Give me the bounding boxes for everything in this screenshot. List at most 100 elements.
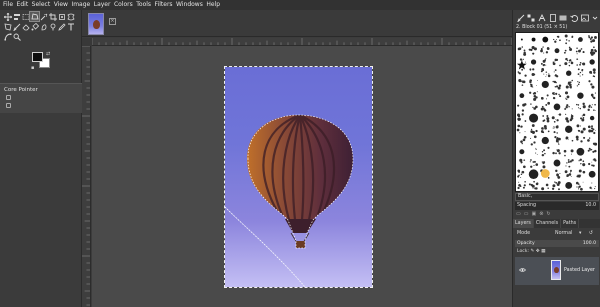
- brush-thumbnail[interactable]: [528, 45, 537, 55]
- brush-thumbnail[interactable]: [529, 91, 538, 101]
- brush-thumbnail[interactable]: [577, 68, 584, 77]
- brush-thumbnail[interactable]: [530, 135, 537, 146]
- brush-thumbnail[interactable]: [576, 169, 586, 178]
- brush-thumbnail[interactable]: [551, 181, 561, 191]
- brush-thumbnail[interactable]: [517, 113, 527, 122]
- brush-thumbnail[interactable]: [519, 158, 526, 169]
- free-select-icon[interactable]: [29, 11, 40, 22]
- brush-thumbnail[interactable]: [541, 183, 549, 191]
- brush-thumbnail[interactable]: [553, 103, 561, 111]
- images-tab-icon[interactable]: [580, 13, 590, 22]
- brush-thumbnail[interactable]: [554, 48, 560, 54]
- brush-thumbnail[interactable]: [552, 58, 561, 67]
- warp-transform-icon[interactable]: [66, 12, 75, 21]
- brush-thumbnail[interactable]: [530, 124, 538, 134]
- brush-thumbnail[interactable]: [564, 169, 572, 178]
- brush-thumbnail[interactable]: [589, 182, 596, 190]
- refresh-brushes-icon[interactable]: ↻: [546, 211, 553, 217]
- menu-filters[interactable]: Filters: [155, 0, 177, 10]
- clone-icon[interactable]: [48, 22, 57, 31]
- brushes-tab-icon[interactable]: [516, 13, 526, 22]
- brush-thumbnail[interactable]: [541, 80, 549, 89]
- tab-layers[interactable]: Layers: [513, 219, 534, 228]
- brush-thumbnail[interactable]: [564, 57, 574, 67]
- brush-thumbnail[interactable]: [554, 136, 561, 145]
- color-brush-icon[interactable]: [540, 169, 550, 178]
- unified-transform-icon[interactable]: [57, 12, 66, 21]
- brush-thumbnail[interactable]: [540, 125, 550, 134]
- layer-name[interactable]: Pasted Layer: [564, 268, 595, 273]
- brush-thumbnail[interactable]: [529, 159, 539, 168]
- brush-thumbnail[interactable]: [541, 146, 550, 157]
- mode-select[interactable]: Normal: [555, 230, 572, 238]
- brush-thumbnail[interactable]: [542, 36, 549, 43]
- brush-thumbnail[interactable]: [565, 159, 574, 168]
- handle-transform-icon[interactable]: [3, 22, 12, 31]
- brush-thumbnail[interactable]: [530, 103, 538, 110]
- menu-layer[interactable]: Layer: [94, 0, 114, 10]
- brush-thumbnail[interactable]: [587, 147, 597, 153]
- menu-view[interactable]: View: [54, 0, 72, 10]
- text-icon[interactable]: [66, 22, 75, 31]
- menu-windows[interactable]: Windows: [176, 0, 206, 10]
- menu-select[interactable]: Select: [32, 0, 54, 10]
- brush-thumbnail[interactable]: [540, 58, 547, 67]
- brush-thumbnail[interactable]: [553, 35, 561, 43]
- brush-thumbnail[interactable]: [528, 169, 539, 180]
- lock-pixels-icon[interactable]: ✎: [531, 249, 535, 254]
- menu-file[interactable]: File: [3, 0, 17, 10]
- brush-thumbnail[interactable]: [565, 79, 573, 89]
- image-tab-thumbnail[interactable]: [88, 13, 104, 35]
- patterns-tab-icon[interactable]: [527, 13, 537, 22]
- eye-icon[interactable]: [519, 267, 526, 273]
- brush-thumbnail[interactable]: [517, 46, 527, 56]
- brush-thumbnail[interactable]: [587, 103, 596, 112]
- star-brush-icon[interactable]: [516, 60, 527, 70]
- brush-thumbnail[interactable]: [565, 182, 573, 189]
- brush-thumbnail[interactable]: [552, 92, 562, 100]
- brush-thumbnail[interactable]: [588, 80, 595, 89]
- reset-mode-icon[interactable]: ↺: [589, 230, 593, 238]
- brushes-grid[interactable]: [515, 32, 599, 192]
- brush-thumbnail[interactable]: [540, 101, 551, 112]
- menu-image[interactable]: Image: [71, 0, 93, 10]
- brush-thumbnail[interactable]: [553, 159, 561, 167]
- brush-thumbnail[interactable]: [565, 113, 574, 123]
- brush-thumbnail[interactable]: [564, 91, 570, 100]
- smudge-icon[interactable]: [39, 22, 48, 31]
- menu-colors[interactable]: Colors: [114, 0, 136, 10]
- chevron-down-icon[interactable]: ▾: [579, 230, 581, 238]
- brush-thumbnail[interactable]: [555, 169, 561, 179]
- brush-thumbnail[interactable]: [587, 137, 598, 146]
- brush-thumbnail[interactable]: [553, 69, 559, 78]
- brush-thumbnail[interactable]: [520, 38, 523, 41]
- brush-thumbnail[interactable]: [589, 68, 596, 78]
- gradients-tab-icon[interactable]: [559, 13, 569, 22]
- fuzzy-select-icon[interactable]: [39, 12, 48, 21]
- brush-thumbnail[interactable]: [564, 104, 573, 110]
- brush-thumbnail[interactable]: [575, 47, 585, 55]
- brush-thumbnail[interactable]: [565, 125, 573, 134]
- brush-thumbnail[interactable]: [588, 35, 597, 43]
- brush-thumbnail[interactable]: [580, 113, 586, 122]
- brush-thumbnail[interactable]: [519, 149, 525, 155]
- brush-tag-filter[interactable]: Basic,: [515, 193, 599, 201]
- menu-help[interactable]: Help: [206, 0, 223, 10]
- bucket-fill-icon[interactable]: [30, 22, 39, 31]
- tab-channels[interactable]: Channels: [534, 219, 562, 228]
- brush-thumbnail[interactable]: [520, 135, 527, 145]
- move-tool-icon[interactable]: [3, 12, 12, 21]
- brush-thumbnail[interactable]: [518, 79, 526, 86]
- tool-options-checkbox[interactable]: [6, 95, 11, 100]
- brush-thumbnail[interactable]: [517, 68, 527, 77]
- lock-position-icon[interactable]: ✥: [536, 249, 540, 254]
- layer-item[interactable]: Pasted Layer: [515, 257, 599, 285]
- brush-thumbnail[interactable]: [517, 180, 526, 190]
- brush-thumbnail[interactable]: [529, 113, 539, 123]
- brush-thumbnail[interactable]: [542, 115, 550, 123]
- brush-thumbnail[interactable]: [529, 79, 538, 88]
- brush-thumbnail[interactable]: [588, 170, 596, 178]
- brush-thumbnail[interactable]: [563, 149, 574, 157]
- paintbrush-icon[interactable]: [12, 22, 21, 31]
- color-picker-icon[interactable]: [57, 22, 66, 31]
